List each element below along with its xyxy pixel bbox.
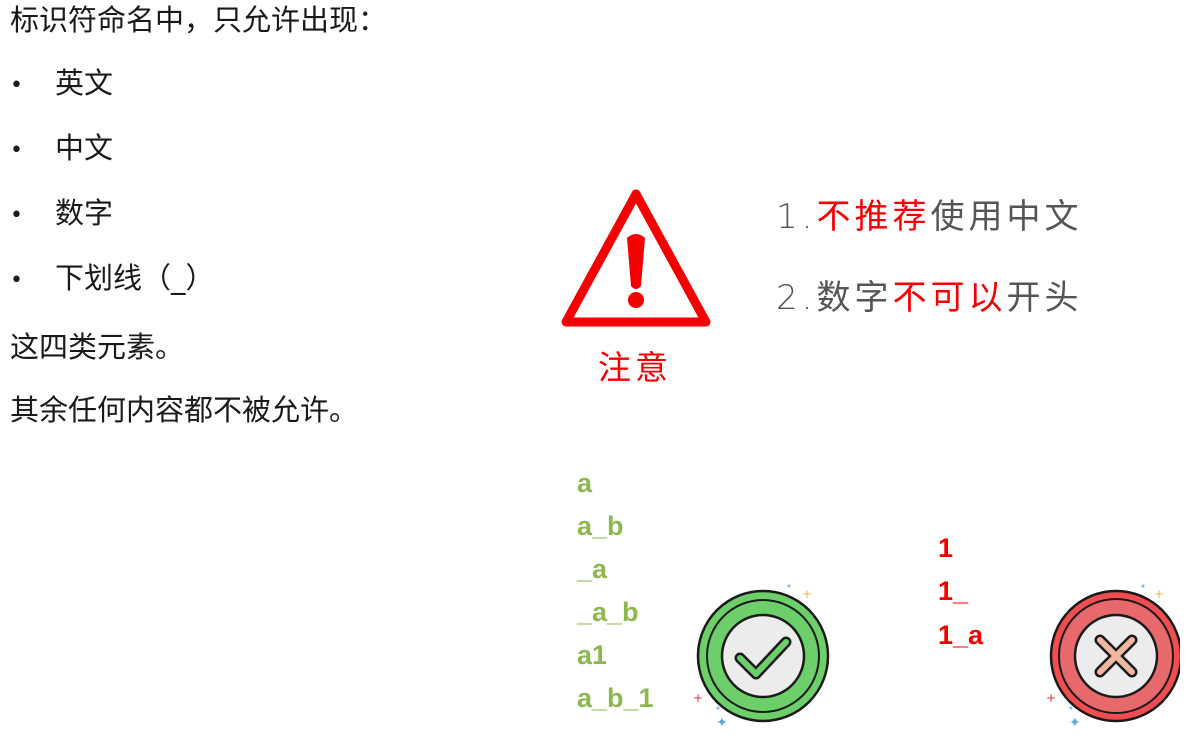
svg-text:+: + <box>802 587 812 601</box>
valid-example: _a_b <box>577 597 639 627</box>
allowed-item-chinese: 中文 <box>55 131 114 165</box>
valid-example: a <box>577 468 593 498</box>
rule-text: 使用中文 <box>930 197 1083 237</box>
warning-triangle-icon <box>561 189 711 327</box>
rule-number: 2. <box>776 278 817 318</box>
valid-example: a_b_1 <box>577 683 654 713</box>
summary-text: 这四类元素。 <box>10 330 185 364</box>
valid-example: a1 <box>577 640 608 670</box>
allowed-item-underscore: 下划线（_） <box>55 261 215 295</box>
rule-2: 2.数字不可以开头 <box>776 281 1082 315</box>
rule-emphasis: 不推荐 <box>816 197 931 237</box>
svg-text:✦: ✦ <box>716 715 728 730</box>
invalid-example: 1_a <box>938 620 984 650</box>
rule-text: 数字 <box>816 278 893 318</box>
bullet-marker: • <box>10 73 23 98</box>
invalid-example: 1 <box>938 533 954 563</box>
bullet-marker: • <box>10 268 23 293</box>
bullet-marker: • <box>10 203 23 228</box>
rule-1: 1.不推荐使用中文 <box>776 200 1082 234</box>
rule-number: 1. <box>776 197 817 237</box>
intro-text: 标识符命名中，只允许出现： <box>10 3 388 37</box>
valid-example: a_b <box>577 511 624 541</box>
others-text: 其余任何内容都不被允许。 <box>10 393 359 427</box>
allowed-item-english: 英文 <box>55 66 114 100</box>
valid-example: _a <box>577 554 608 584</box>
rule-emphasis: 不可以 <box>892 278 1007 318</box>
warning-label: 注意 <box>598 348 672 387</box>
invalid-example: 1_ <box>938 576 969 606</box>
cross-circle-icon: + + ✦ <box>1046 584 1180 730</box>
allowed-item-digits: 数字 <box>55 196 114 230</box>
check-circle-icon: + + ✦ <box>693 584 830 730</box>
svg-text:✦: ✦ <box>1069 715 1081 730</box>
bullet-marker: • <box>10 138 23 163</box>
svg-text:+: + <box>1154 587 1164 601</box>
svg-text:+: + <box>1046 691 1056 705</box>
svg-text:+: + <box>693 691 703 705</box>
rule-text: 开头 <box>1006 278 1083 318</box>
